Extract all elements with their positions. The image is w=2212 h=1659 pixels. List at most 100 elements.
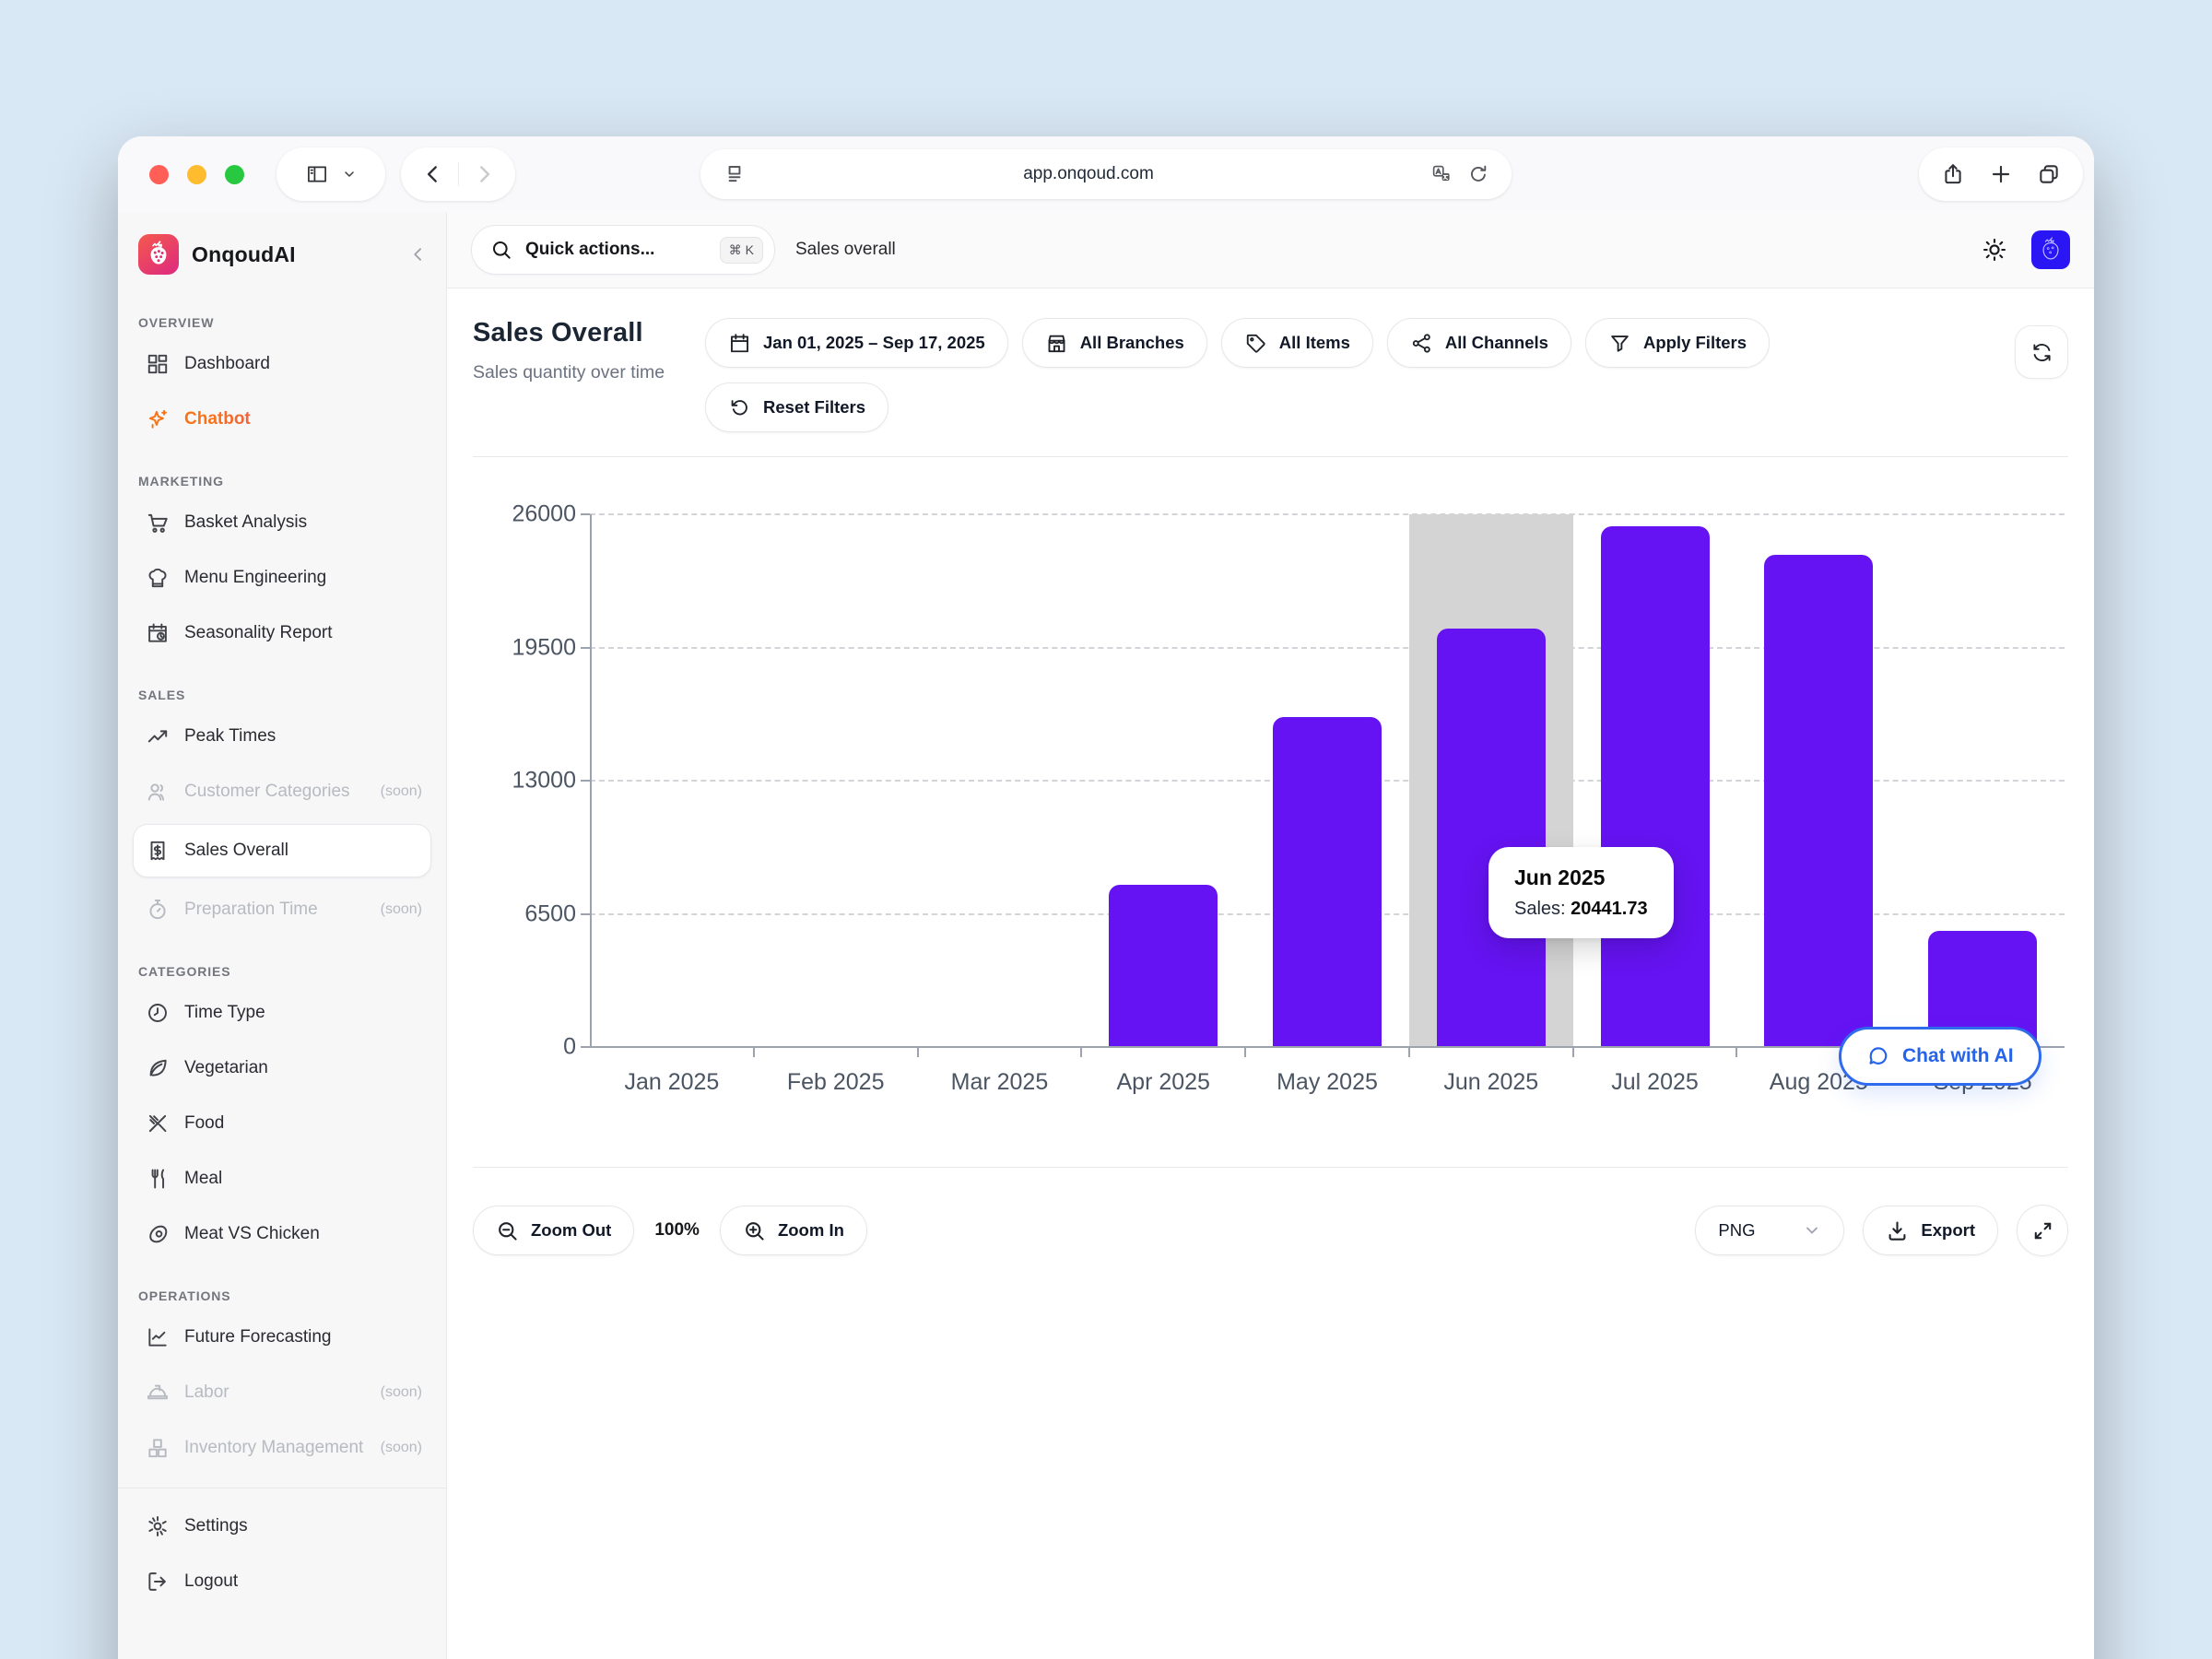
branches-filter-button[interactable]: All Branches bbox=[1022, 318, 1207, 368]
bar-aug-2025[interactable] bbox=[1764, 555, 1873, 1047]
sidebar-item-label: Seasonality Report bbox=[184, 621, 422, 645]
window-controls bbox=[149, 165, 244, 184]
x-label-apr-2025: Apr 2025 bbox=[1116, 1069, 1209, 1096]
bar-may-2025[interactable] bbox=[1273, 717, 1382, 1047]
app-topbar: Quick actions... ⌘ K Sales overall bbox=[447, 212, 2094, 288]
translate-icon[interactable] bbox=[1430, 163, 1453, 185]
sidebar-toggle-icon[interactable] bbox=[305, 162, 329, 186]
clock-icon bbox=[146, 1001, 170, 1025]
page-title: Sales Overall bbox=[473, 318, 705, 348]
window-zoom-button[interactable] bbox=[225, 165, 244, 184]
calendar-clock-icon bbox=[146, 621, 170, 645]
sidebar-item-label: Meat VS Chicken bbox=[184, 1222, 422, 1246]
zoom-out-button[interactable]: Zoom Out bbox=[473, 1206, 634, 1255]
page-content: Sales Overall Sales quantity over time J… bbox=[447, 288, 2094, 1659]
receipt-icon bbox=[146, 839, 170, 863]
meat-icon bbox=[146, 1222, 170, 1246]
avatar[interactable] bbox=[2031, 230, 2070, 269]
brand-name: OnqoudAI bbox=[192, 242, 296, 267]
export-button[interactable]: Export bbox=[1863, 1206, 1998, 1255]
theme-toggle-button[interactable] bbox=[1982, 237, 2007, 263]
sidebar-item-basket-analysis[interactable]: Basket Analysis bbox=[133, 496, 431, 549]
sidebar-nav: OVERVIEWDashboardChatbotMARKETINGBasket … bbox=[118, 295, 446, 1477]
sidebar-item-meal[interactable]: Meal bbox=[133, 1152, 431, 1206]
share-icon[interactable] bbox=[1941, 162, 1965, 186]
grid-icon bbox=[146, 352, 170, 376]
sidebar-collapse-icon[interactable] bbox=[409, 245, 428, 264]
export-group: PNG Export bbox=[1695, 1205, 2068, 1256]
back-icon[interactable] bbox=[421, 162, 445, 186]
title-block: Sales Overall Sales quantity over time bbox=[473, 316, 705, 386]
leaf-icon bbox=[146, 1056, 170, 1080]
tooltip-value: 20441.73 bbox=[1571, 899, 1647, 919]
refresh-button[interactable] bbox=[2015, 325, 2068, 379]
fullscreen-button[interactable] bbox=[2017, 1205, 2068, 1256]
chat-with-ai-button[interactable]: Chat with AI bbox=[1839, 1027, 2041, 1086]
y-tick-13000 bbox=[581, 780, 590, 782]
items-filter-button[interactable]: All Items bbox=[1221, 318, 1373, 368]
sidebar-item-sales-overall[interactable]: Sales Overall bbox=[133, 824, 431, 877]
date-range-button[interactable]: Jan 01, 2025 – Sep 17, 2025 bbox=[705, 318, 1008, 368]
chef-hat-icon bbox=[146, 566, 170, 590]
zoom-out-label: Zoom Out bbox=[531, 1220, 611, 1241]
quick-actions-button[interactable]: Quick actions... ⌘ K bbox=[471, 225, 775, 275]
export-format-select[interactable]: PNG bbox=[1695, 1206, 1844, 1255]
bar-apr-2025[interactable] bbox=[1109, 885, 1218, 1047]
chart-line-icon bbox=[146, 1325, 170, 1349]
bar-jul-2025[interactable] bbox=[1601, 526, 1710, 1047]
channels-label: All Channels bbox=[1445, 333, 1548, 353]
trend-icon bbox=[146, 724, 170, 748]
bar-jun-2025[interactable] bbox=[1437, 629, 1546, 1047]
window-close-button[interactable] bbox=[149, 165, 169, 184]
forward-icon[interactable] bbox=[472, 162, 496, 186]
chart-toolbar: Zoom Out 100% Zoom In PNG bbox=[473, 1167, 2068, 1256]
sidebar-item-food[interactable]: Food bbox=[133, 1097, 431, 1150]
refresh-icon bbox=[2030, 341, 2053, 364]
sidebar-item-peak-times[interactable]: Peak Times bbox=[133, 710, 431, 763]
zoom-in-button[interactable]: Zoom In bbox=[720, 1206, 867, 1255]
new-tab-icon[interactable] bbox=[1989, 162, 2013, 186]
tag-icon bbox=[1244, 332, 1267, 355]
sidebar-item-time-type[interactable]: Time Type bbox=[133, 986, 431, 1040]
section-label-categories: CATEGORIES bbox=[138, 964, 431, 979]
y-label-13000: 13000 bbox=[482, 768, 576, 794]
sidebar-item-inventory-management: Inventory Management(soon) bbox=[133, 1421, 431, 1475]
address-bar[interactable]: app.onqoud.com bbox=[700, 149, 1512, 199]
section-label-sales: SALES bbox=[138, 688, 431, 702]
sidebar-item-dashboard[interactable]: Dashboard bbox=[133, 337, 431, 391]
breadcrumb: Sales overall bbox=[795, 240, 896, 260]
reader-icon[interactable] bbox=[723, 162, 747, 186]
sidebar-brand-row: OnqoudAI bbox=[118, 212, 446, 295]
zoom-level: 100% bbox=[654, 1220, 700, 1241]
channels-filter-button[interactable]: All Channels bbox=[1387, 318, 1571, 368]
tab-overview-icon[interactable] bbox=[2037, 162, 2061, 186]
share-nodes-icon bbox=[1410, 332, 1433, 355]
sidebar-item-logout[interactable]: Logout bbox=[133, 1555, 431, 1608]
shortcut-badge: ⌘ K bbox=[720, 237, 763, 264]
chevron-down-icon bbox=[1803, 1221, 1821, 1240]
chevron-down-icon[interactable] bbox=[342, 167, 357, 182]
funnel-icon bbox=[1608, 332, 1631, 355]
sidebar-item-meat-vs-chicken[interactable]: Meat VS Chicken bbox=[133, 1207, 431, 1261]
apply-filters-button[interactable]: Apply Filters bbox=[1585, 318, 1770, 368]
reload-icon[interactable] bbox=[1467, 163, 1489, 185]
sidebar-item-label: Future Forecasting bbox=[184, 1325, 422, 1349]
x-label-may-2025: May 2025 bbox=[1277, 1069, 1378, 1096]
sidebar-item-vegetarian[interactable]: Vegetarian bbox=[133, 1041, 431, 1095]
sidebar-item-seasonality-report[interactable]: Seasonality Report bbox=[133, 606, 431, 660]
window-minimize-button[interactable] bbox=[187, 165, 206, 184]
x-label-mar-2025: Mar 2025 bbox=[951, 1069, 1049, 1096]
sidebar-item-future-forecasting[interactable]: Future Forecasting bbox=[133, 1311, 431, 1364]
x-tick bbox=[1080, 1048, 1082, 1057]
y-label-0: 0 bbox=[482, 1034, 576, 1061]
sidebar-item-menu-engineering[interactable]: Menu Engineering bbox=[133, 551, 431, 605]
url-text: app.onqoud.com bbox=[747, 164, 1430, 184]
reset-filters-button[interactable]: Reset Filters bbox=[705, 382, 888, 432]
browser-sidebar-toggle[interactable] bbox=[276, 147, 385, 201]
sidebar-item-settings[interactable]: Settings bbox=[133, 1500, 431, 1553]
section-label-marketing: MARKETING bbox=[138, 474, 431, 488]
sidebar-item-chatbot[interactable]: Chatbot bbox=[133, 393, 431, 446]
x-label-feb-2025: Feb 2025 bbox=[787, 1069, 885, 1096]
chat-with-ai-label: Chat with AI bbox=[1902, 1045, 2014, 1067]
browser-window: app.onqoud.com bbox=[118, 136, 2094, 1659]
